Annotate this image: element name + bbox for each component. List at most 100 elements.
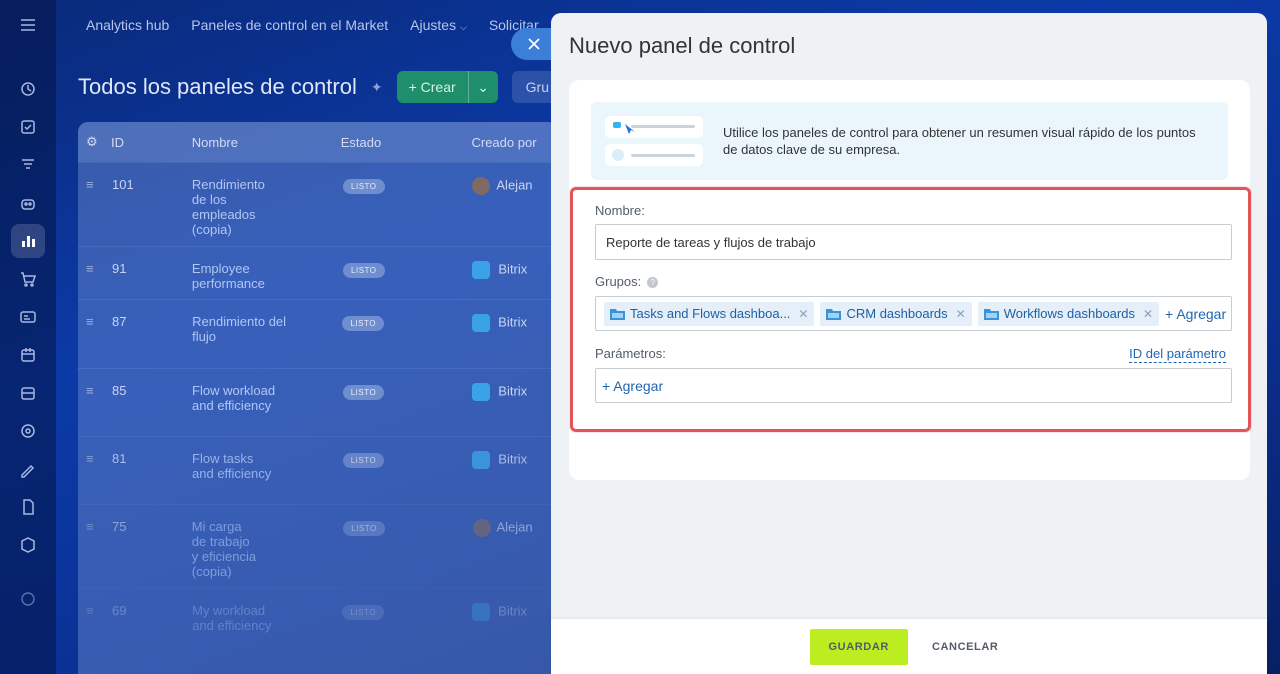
row-id: 87 [112, 314, 127, 329]
pin-icon[interactable]: ✦ [371, 79, 383, 96]
remove-tag-icon[interactable]: ✕ [798, 307, 808, 321]
row-name[interactable]: Mi carga de trabajo y eficiencia (copia) [192, 519, 269, 588]
chevron-down-icon[interactable]: ⌄ [467, 71, 498, 103]
name-input[interactable]: Reporte de tareas y flujos de trabajo [595, 224, 1232, 260]
drag-icon[interactable]: ≡ [86, 314, 112, 329]
nav-analytics-hub[interactable]: Analytics hub [86, 17, 169, 33]
group-tag[interactable]: CRM dashboards ✕ [820, 301, 972, 326]
row-creator: Bitrix [498, 314, 528, 330]
info-text: Utilice los paneles de control para obte… [723, 125, 1196, 157]
col-id[interactable]: ID [111, 135, 192, 150]
drag-icon[interactable]: ≡ [86, 261, 112, 276]
groups-label: Grupos:? [595, 274, 659, 289]
cancel-button[interactable]: CANCELAR [922, 629, 1009, 665]
add-group-link[interactable]: + Agregar [1165, 306, 1226, 322]
nav-market-dashboards[interactable]: Paneles de control en el Market [191, 17, 388, 33]
chevron-down-icon: ⌵ [459, 22, 467, 32]
folder-icon [610, 308, 625, 320]
table-row[interactable]: ≡ 87 Rendimiento del flujo LISTO Bitrix [78, 299, 558, 368]
name-input-value: Reporte de tareas y flujos de trabajo [606, 234, 816, 250]
row-name[interactable]: Rendimiento de los empleados (copia) [192, 177, 278, 246]
help-icon[interactable]: ? [647, 277, 659, 289]
groups-field[interactable]: Tasks and Flows dashboa... ✕ CRM dashboa… [595, 296, 1232, 331]
drag-icon[interactable]: ≡ [86, 383, 112, 398]
drag-icon[interactable]: ≡ [86, 451, 112, 466]
group-tag-label: CRM dashboards [846, 306, 948, 321]
drag-icon[interactable]: ≡ [86, 603, 112, 618]
status-badge: LISTO [343, 521, 385, 536]
row-name[interactable]: My workload and efficiency [192, 603, 297, 648]
table-row[interactable]: ≡ 101 Rendimiento de los empleados (copi… [78, 162, 558, 246]
row-id: 69 [112, 603, 127, 618]
row-creator: Bitrix [498, 603, 528, 619]
status-badge: LISTO [342, 453, 385, 468]
drag-icon[interactable]: ≡ [86, 177, 112, 192]
row-name[interactable]: Rendimiento del flujo [192, 314, 297, 368]
nav-settings[interactable]: Ajustes ⌵ [410, 17, 467, 33]
sign-icon[interactable] [11, 452, 45, 486]
col-state[interactable]: Estado [341, 135, 472, 150]
drag-icon[interactable]: ≡ [86, 519, 112, 534]
group-tag-label: Workflows dashboards [1003, 306, 1135, 321]
row-name[interactable]: Flow workload and efficiency [192, 383, 288, 436]
row-id: 101 [112, 177, 134, 192]
left-rail [0, 0, 56, 674]
param-id-link[interactable]: ID del parámetro [1129, 346, 1226, 363]
bitrix-logo-icon [472, 451, 491, 469]
remove-tag-icon[interactable]: ✕ [956, 307, 966, 321]
group-tag[interactable]: Tasks and Flows dashboa... ✕ [604, 301, 815, 326]
tasks-icon[interactable] [11, 110, 45, 144]
col-name[interactable]: Nombre [192, 135, 341, 150]
page-header: Todos los paneles de control ✦ + Crear ⌄… [78, 70, 564, 104]
params-label: Parámetros: [595, 346, 666, 361]
row-name[interactable]: Flow tasks and efficiency [192, 451, 288, 504]
table-row[interactable]: ≡ 75 Mi carga de trabajo y eficiencia (c… [78, 504, 558, 588]
group-tag[interactable]: Workflows dashboards ✕ [977, 301, 1160, 326]
nav-settings-label: Ajustes [410, 17, 457, 33]
more-icon[interactable] [11, 582, 45, 616]
cube-icon[interactable] [11, 528, 45, 562]
remove-tag-icon[interactable]: ✕ [1143, 307, 1153, 321]
bitrix-logo-icon [472, 261, 491, 279]
folder-icon [826, 308, 842, 320]
document-icon[interactable] [11, 490, 45, 524]
table-row[interactable]: ≡ 91 Employee performance LISTO Bitrix [78, 246, 558, 299]
bitrix-logo-icon [472, 383, 491, 401]
status-badge: LISTO [343, 179, 385, 194]
gear-icon[interactable]: ⚙ [78, 134, 111, 150]
save-button[interactable]: GUARDAR [809, 628, 908, 665]
add-param-link[interactable]: + Agregar [602, 378, 663, 394]
table-row[interactable]: ≡ 85 Flow workload and efficiency LISTO … [78, 368, 558, 436]
store-icon[interactable] [11, 376, 45, 410]
target-icon[interactable] [11, 414, 45, 448]
row-id: 91 [112, 261, 127, 276]
row-name[interactable]: Employee performance [192, 261, 278, 299]
params-field[interactable]: + Agregar [595, 368, 1232, 403]
feed-icon[interactable] [11, 72, 45, 106]
row-id: 75 [112, 519, 127, 534]
avatar [472, 177, 491, 195]
analytics-icon[interactable] [11, 224, 45, 258]
status-badge: LISTO [343, 263, 385, 278]
funnel-icon[interactable] [11, 148, 45, 182]
create-button[interactable]: + Crear ⌄ [396, 71, 498, 103]
folder-icon [983, 308, 999, 320]
row-id: 85 [112, 383, 127, 398]
table-row[interactable]: ≡ 81 Flow tasks and efficiency LISTO Bit… [78, 436, 558, 504]
row-creator: Alejan [496, 519, 533, 535]
panel-footer: GUARDAR CANCELAR [551, 619, 1267, 674]
dashboards-grid: ⚙ ID Nombre Estado Creado por ≡ 101 Rend… [78, 122, 558, 674]
avatar [472, 519, 491, 537]
menu-icon[interactable] [11, 8, 45, 42]
col-created-by[interactable]: Creado por [471, 135, 558, 150]
calendar-icon[interactable] [11, 338, 45, 372]
page-title: Todos los paneles de control [78, 74, 357, 99]
table-row[interactable]: ≡ 69 My workload and efficiency LISTO Bi… [78, 588, 558, 648]
row-creator: Bitrix [498, 261, 528, 277]
contact-card-icon[interactable] [11, 300, 45, 334]
row-creator: Bitrix [498, 451, 528, 467]
status-badge: LISTO [342, 316, 384, 331]
cart-icon[interactable] [11, 262, 45, 296]
robot-icon[interactable] [11, 186, 45, 220]
bitrix-logo-icon [472, 603, 491, 621]
